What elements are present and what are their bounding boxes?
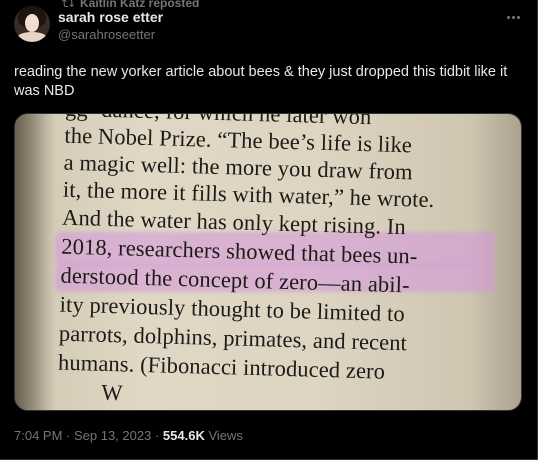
tweet-card: Kaitlin Katz reposted sarah rose etter @… <box>0 0 538 460</box>
tweet-metadata: 7:04 PM · Sep 13, 2023 · 554.6K Views <box>14 428 243 443</box>
tweet-time[interactable]: 7:04 PM <box>14 428 62 443</box>
dot-icon <box>516 15 520 19</box>
dot-icon <box>506 15 510 19</box>
tweet-photo[interactable]: gg- dance, for which he later won the No… <box>14 113 522 411</box>
dot-icon <box>511 15 515 19</box>
views-count: 554.6K <box>162 428 205 443</box>
repost-icon <box>62 0 74 8</box>
tweet-text: reading the new yorker article about bee… <box>14 64 508 99</box>
avatar[interactable] <box>14 6 50 42</box>
author-handle[interactable]: @sarahroseetter <box>58 27 155 42</box>
more-options-button[interactable] <box>503 7 523 27</box>
book-page-text: gg- dance, for which he later won the No… <box>15 114 521 410</box>
views-label: Views <box>204 428 243 443</box>
book-line: W <box>100 379 124 406</box>
author-display-name[interactable]: sarah rose etter <box>58 9 163 25</box>
tweet-date[interactable]: Sep 13, 2023 <box>74 428 151 443</box>
